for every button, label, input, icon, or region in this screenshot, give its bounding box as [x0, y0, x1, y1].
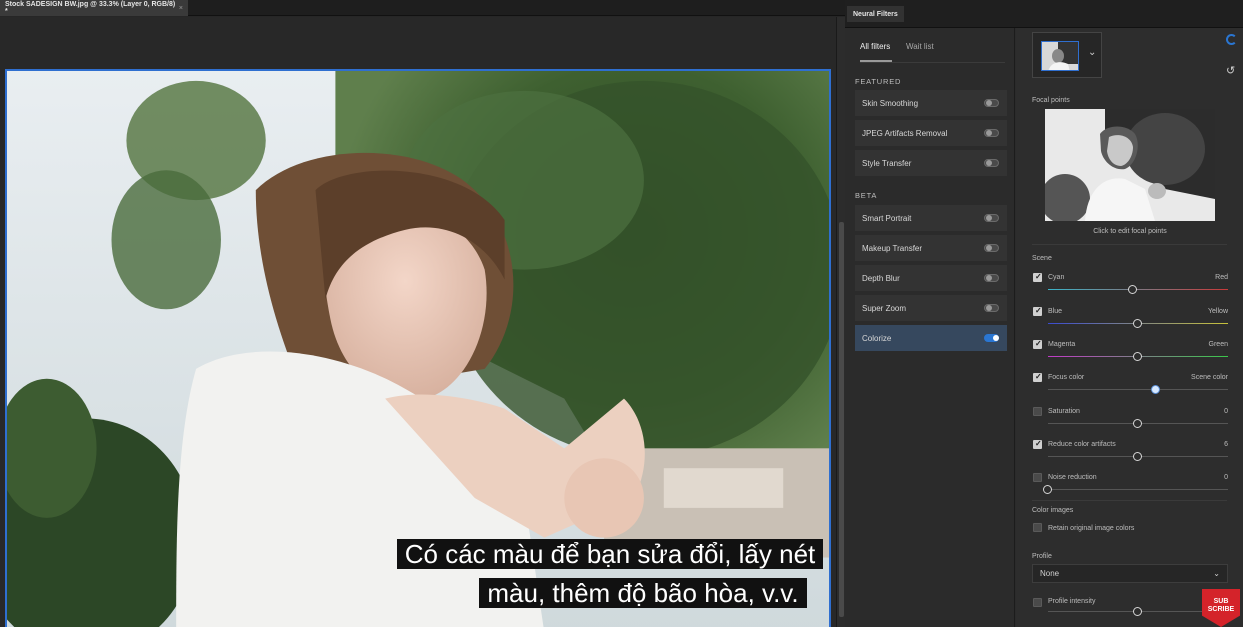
toggle-switch[interactable]	[984, 159, 999, 167]
slider-left-label: Focus color	[1048, 374, 1085, 381]
toggle-switch[interactable]	[984, 99, 999, 107]
slider-left-label: Cyan	[1048, 274, 1065, 281]
subtitle-line-1: Có các màu để bạn sửa đổi, lấy nét	[396, 539, 824, 569]
filter-label: Smart Portrait	[862, 213, 912, 223]
slider-knob[interactable]	[1133, 352, 1142, 361]
divider	[1032, 244, 1227, 245]
slider-track[interactable]	[1048, 389, 1228, 390]
slider-checkbox[interactable]	[1033, 473, 1042, 482]
filter-label: Makeup Transfer	[862, 243, 923, 253]
preset-selector[interactable]: ⌄	[1032, 32, 1102, 78]
section-beta-label: BETA	[855, 191, 878, 200]
slider-left-label: Saturation	[1048, 408, 1080, 415]
neural-filters-panel: Neural Filters All filters Wait list FEA…	[845, 0, 1243, 627]
filter-jpeg-artifacts-removal[interactable]: JPEG Artifacts Removal	[855, 120, 1007, 146]
slider-knob[interactable]	[1133, 607, 1142, 616]
slider-left-label: Blue	[1048, 308, 1063, 315]
focal-points-caption: Click to edit focal points	[1093, 228, 1167, 235]
filter-label: JPEG Artifacts Removal	[862, 128, 948, 138]
document-tab-bar: Stock SADESIGN BW.jpg @ 33.3% (Layer 0, …	[0, 0, 845, 16]
filter-label: Skin Smoothing	[862, 98, 919, 108]
profile-intensity-label: Profile intensity	[1048, 598, 1096, 605]
filter-colorize[interactable]: Colorize	[855, 325, 1007, 351]
slider-left-label: Reduce color artifacts	[1048, 441, 1116, 448]
preset-thumbnail	[1041, 41, 1079, 71]
slider-right-label: 0	[1224, 408, 1228, 415]
profile-dropdown[interactable]: None ⌄	[1032, 564, 1228, 583]
profile-label: Profile	[1032, 553, 1052, 560]
filter-list: All filters Wait list FEATURED Skin Smoo…	[845, 28, 1015, 627]
toggle-switch[interactable]	[984, 129, 999, 137]
toggle-switch[interactable]	[984, 244, 999, 252]
slider-track[interactable]	[1048, 289, 1228, 290]
slider-checkbox[interactable]	[1033, 339, 1042, 349]
panel-tab-neural-filters[interactable]: Neural Filters	[847, 6, 904, 22]
filter-super-zoom[interactable]: Super Zoom	[855, 295, 1007, 321]
badge-line-1: SUB	[1213, 598, 1229, 605]
slider-knob[interactable]	[1127, 285, 1137, 294]
slider-right-label: 0	[1224, 474, 1228, 481]
slider-right-label: Scene color	[1191, 374, 1228, 381]
color-images-label: Color images	[1032, 507, 1074, 514]
slider-checkbox[interactable]	[1033, 372, 1042, 382]
reset-icon[interactable]: ↺	[1226, 64, 1235, 77]
focal-points-preview[interactable]	[1045, 109, 1215, 221]
retain-colors-label: Retain original image colors	[1048, 525, 1135, 532]
panel-header: Neural Filters	[845, 0, 1243, 28]
chevron-down-icon: ⌄	[1213, 569, 1220, 578]
video-subtitle: Có các màu để bạn sửa đổi, lấy nét màu, …	[320, 535, 910, 613]
subtitle-line-2: màu, thêm độ bão hòa, v.v.	[479, 578, 807, 608]
divider	[1032, 500, 1227, 501]
profile-intensity-checkbox[interactable]	[1033, 598, 1042, 607]
colorize-settings: ⌄ ↺ Focal points Click to edit focal poi…	[1016, 28, 1243, 627]
loading-spinner-icon	[1226, 34, 1237, 45]
slider-right-label: 6	[1224, 441, 1228, 448]
slider-right-label: Yellow	[1208, 308, 1228, 315]
slider-knob[interactable]	[1043, 485, 1052, 494]
badge-line-2: SCRIBE	[1207, 606, 1235, 613]
document-tab[interactable]: Stock SADESIGN BW.jpg @ 33.3% (Layer 0, …	[0, 0, 188, 16]
filter-label: Super Zoom	[862, 303, 907, 313]
slider-checkbox[interactable]	[1033, 407, 1042, 416]
tab-wait-list[interactable]: Wait list	[906, 42, 934, 51]
close-icon[interactable]: ×	[179, 5, 183, 12]
toggle-switch[interactable]	[984, 214, 999, 222]
slider-track[interactable]	[1048, 489, 1228, 490]
filter-label: Depth Blur	[862, 273, 900, 283]
retain-colors-checkbox[interactable]	[1033, 523, 1042, 532]
section-featured-label: FEATURED	[855, 77, 902, 86]
filter-smart-portrait[interactable]: Smart Portrait	[855, 205, 1007, 231]
chevron-down-icon[interactable]: ⌄	[1088, 47, 1096, 58]
slider-left-label: Noise reduction	[1048, 474, 1097, 481]
slider-checkbox[interactable]	[1033, 439, 1042, 449]
toggle-switch[interactable]	[984, 304, 999, 312]
tab-all-filters[interactable]: All filters	[860, 42, 890, 51]
preset-thumbnail-image	[1042, 42, 1078, 70]
slider-knob[interactable]	[1133, 452, 1142, 461]
document-tab-title: Stock SADESIGN BW.jpg @ 33.3% (Layer 0, …	[5, 1, 176, 15]
scene-label: Scene	[1032, 255, 1052, 262]
slider-right-label: Green	[1208, 341, 1228, 348]
toggle-switch[interactable]	[984, 274, 999, 282]
slider-checkbox[interactable]	[1033, 272, 1042, 282]
slider-right-label: Red	[1215, 274, 1228, 281]
filter-depth-blur[interactable]: Depth Blur	[855, 265, 1007, 291]
filter-makeup-transfer[interactable]: Makeup Transfer	[855, 235, 1007, 261]
filter-label: Style Transfer	[862, 158, 912, 168]
slider-knob[interactable]	[1133, 319, 1142, 328]
profile-value: None	[1040, 569, 1060, 578]
slider-knob[interactable]	[1151, 385, 1160, 394]
filter-label: Colorize	[862, 333, 892, 343]
focal-points-label: Focal points	[1032, 97, 1070, 104]
filter-style-transfer[interactable]: Style Transfer	[855, 150, 1007, 176]
focal-preview-image	[1045, 109, 1215, 221]
slider-knob[interactable]	[1133, 419, 1142, 428]
toggle-switch-on[interactable]	[984, 334, 999, 342]
divider	[860, 62, 1005, 63]
filter-skin-smoothing[interactable]: Skin Smoothing	[855, 90, 1007, 116]
slider-left-label: Magenta	[1048, 341, 1076, 348]
slider-checkbox[interactable]	[1033, 306, 1042, 316]
